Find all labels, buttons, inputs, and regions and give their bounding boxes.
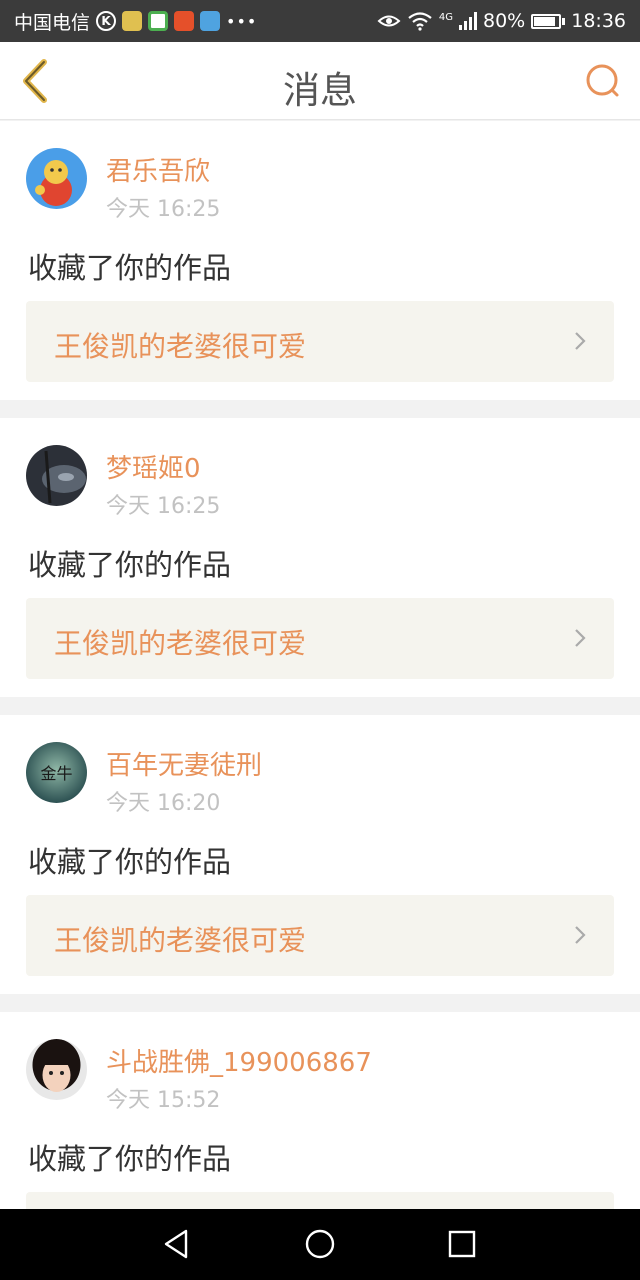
work-link[interactable]: 王俊凯的老婆很可爱 bbox=[26, 301, 614, 382]
video-notification-icon bbox=[174, 11, 195, 31]
work-link[interactable]: 王俊凯的老婆很可爱 bbox=[26, 598, 614, 679]
work-link[interactable]: 王俊凯的老婆很可爱 bbox=[26, 895, 614, 976]
message-action: 收藏了你的作品 bbox=[28, 1142, 232, 1176]
search-icon bbox=[586, 64, 619, 97]
user-avatar-image bbox=[26, 148, 87, 209]
avatar[interactable] bbox=[26, 445, 87, 506]
user-avatar-image bbox=[26, 445, 87, 506]
message-card: 君乐吾欣 今天 16:25 收藏了你的作品 王俊凯的老婆很可爱 bbox=[0, 121, 640, 400]
triangle-back-icon bbox=[164, 1229, 188, 1259]
system-nav-bar bbox=[0, 1209, 640, 1280]
circle-home-icon bbox=[305, 1229, 335, 1259]
k-app-icon: K bbox=[96, 11, 117, 31]
message-action: 收藏了你的作品 bbox=[28, 845, 232, 879]
user-name[interactable]: 斗战胜佛_199006867 bbox=[106, 1042, 372, 1079]
nav-back-button[interactable] bbox=[160, 1227, 194, 1261]
search-button[interactable] bbox=[584, 62, 624, 102]
signal-strength-icon bbox=[459, 12, 477, 30]
battery-icon bbox=[531, 13, 562, 29]
user-name[interactable]: 君乐吾欣 bbox=[106, 151, 210, 188]
nav-home-button[interactable] bbox=[303, 1227, 337, 1261]
user-avatar-image: 金牛 bbox=[26, 742, 87, 803]
message-time: 今天 16:20 bbox=[106, 791, 221, 816]
app-notification-icon bbox=[122, 11, 143, 31]
clock-label: 18:36 bbox=[571, 10, 626, 32]
eye-comfort-icon bbox=[377, 15, 401, 27]
battery-percent-label: 80% bbox=[483, 10, 526, 32]
work-title: 王俊凯的老婆很可爱 bbox=[54, 330, 307, 363]
avatar[interactable] bbox=[26, 1039, 87, 1100]
browser-notification-icon bbox=[148, 11, 169, 31]
message-card: 金牛 百年无妻徒刑 今天 16:20 收藏了你的作品 王俊凯的老婆很可爱 bbox=[0, 715, 640, 994]
chevron-right-icon bbox=[575, 332, 586, 350]
carrier-label: 中国电信 bbox=[14, 11, 91, 34]
message-list: 君乐吾欣 今天 16:25 收藏了你的作品 王俊凯的老婆很可爱 梦瑶姬0 今天 … bbox=[0, 121, 640, 1280]
avatar[interactable] bbox=[26, 148, 87, 209]
nav-recents-button[interactable] bbox=[445, 1227, 479, 1261]
status-bar-left: 中国电信 K ••• bbox=[14, 8, 257, 35]
square-recents-icon bbox=[448, 1230, 476, 1258]
app-header: 消息 bbox=[0, 42, 640, 120]
chevron-right-icon bbox=[575, 926, 586, 944]
chevron-right-icon bbox=[575, 629, 586, 647]
avatar[interactable]: 金牛 bbox=[26, 742, 87, 803]
message-time: 今天 15:52 bbox=[106, 1088, 221, 1113]
status-bar-right: 4G 80% 18:36 bbox=[377, 10, 626, 32]
user-name[interactable]: 百年无妻徒刑 bbox=[106, 745, 262, 782]
wifi-icon bbox=[408, 12, 432, 31]
battery-cap bbox=[562, 17, 566, 25]
gallery-notification-icon bbox=[200, 11, 221, 31]
work-title: 王俊凯的老婆很可爱 bbox=[54, 924, 307, 957]
message-action: 收藏了你的作品 bbox=[28, 251, 232, 285]
message-card: 梦瑶姬0 今天 16:25 收藏了你的作品 王俊凯的老婆很可爱 bbox=[0, 418, 640, 697]
avatar-logo-text: 金牛 bbox=[40, 764, 72, 783]
message-action: 收藏了你的作品 bbox=[28, 548, 232, 582]
more-notifications-icon: ••• bbox=[226, 11, 258, 31]
network-type-label: 4G bbox=[438, 12, 453, 23]
message-time: 今天 16:25 bbox=[106, 494, 221, 519]
work-title: 王俊凯的老婆很可爱 bbox=[54, 627, 307, 660]
user-name[interactable]: 梦瑶姬0 bbox=[106, 448, 201, 485]
message-time: 今天 16:25 bbox=[106, 197, 221, 222]
page-title: 消息 bbox=[283, 69, 357, 112]
status-bar: 中国电信 K ••• 4G 80% 18:36 bbox=[0, 0, 640, 42]
user-avatar-image bbox=[26, 1039, 87, 1100]
